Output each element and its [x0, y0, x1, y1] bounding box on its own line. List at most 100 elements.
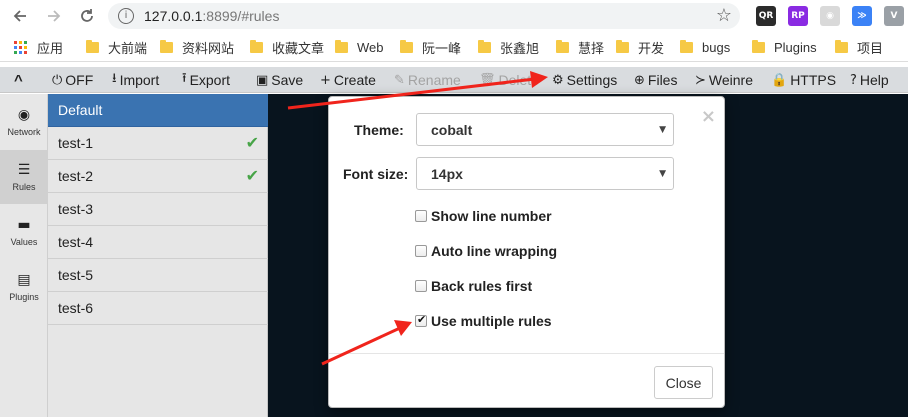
address-bar[interactable]: i 127.0.0.1:8899/#rules ☆ [108, 3, 740, 29]
theme-select[interactable]: cobalt ▼ [416, 113, 674, 146]
https-button[interactable]: 🔒 HTTPS [771, 71, 836, 89]
qr-extension-icon[interactable]: QR [756, 6, 776, 26]
option-label: Back rules first [431, 278, 533, 294]
rule-item[interactable]: test-1 ✔ [48, 127, 268, 160]
bookmark-label: bugs [702, 39, 731, 55]
close-icon[interactable]: × [701, 106, 716, 127]
chevron-down-icon: ▼ [659, 125, 666, 135]
back-rules-first-checkbox[interactable] [415, 280, 427, 292]
help-icon: ? [850, 72, 857, 88]
files-icon: ⊕ [634, 72, 645, 88]
use-multiple-rules-checkbox[interactable] [415, 313, 427, 327]
vue-extension-icon[interactable]: V [884, 6, 904, 26]
rp-extension-icon[interactable]: RP [788, 6, 808, 26]
bookmark-star-icon[interactable]: ☆ [716, 5, 732, 26]
https-icon: 🔒 [771, 72, 788, 88]
bookmark-folder[interactable]: 大前端 [86, 39, 148, 56]
chevrons-extension-icon[interactable]: ≫ [852, 6, 872, 26]
rename-button[interactable]: ✎ Rename [394, 71, 461, 89]
help-button[interactable]: ? Help [850, 71, 889, 89]
bookmark-folder[interactable]: 收藏文章 [250, 39, 324, 56]
option-label: Auto line wrapping [431, 243, 557, 259]
rule-name: test-3 [58, 201, 94, 217]
nav-label: Network [7, 127, 41, 137]
toolbar-label: Export [189, 72, 231, 88]
folder-icon [86, 39, 99, 53]
export-icon: ⭱ [182, 71, 187, 86]
bookmarks-bar: 应用 大前端 资料网站 收藏文章 Web 阮一峰 张鑫旭 慧择 开发 bugs Plugins 项目 [0, 32, 908, 62]
bookmark-label: Web [357, 39, 384, 55]
rule-item[interactable]: test-4 [48, 226, 268, 259]
bookmark-label: Plugins [774, 39, 817, 55]
files-button[interactable]: ⊕ Files [634, 71, 677, 89]
nav-label: Plugins [9, 292, 39, 302]
delete-button[interactable]: 🗑 Delete [479, 71, 539, 89]
save-button[interactable]: ▣ Save [256, 71, 303, 89]
bookmark-folder[interactable]: 慧择 [556, 39, 605, 56]
bookmark-folder[interactable]: 项目 [835, 39, 884, 56]
url-host: 127.0.0.1 [144, 8, 203, 24]
bookmark-folder[interactable]: 阮一峰 [400, 39, 462, 56]
bookmark-folder[interactable]: bugs [680, 39, 730, 55]
show-line-number-option[interactable]: Show line number [415, 207, 552, 225]
settings-button[interactable]: ⚙ Settings [552, 71, 617, 89]
folder-icon [616, 39, 629, 53]
folder-icon [400, 39, 413, 53]
bookmark-folder[interactable]: 资料网站 [160, 39, 234, 56]
bookmark-label: 阮一峰 [422, 40, 462, 56]
use-multiple-rules-option[interactable]: Use multiple rules [415, 312, 552, 330]
font-size-select[interactable]: 14px ▼ [416, 157, 674, 190]
nav-network[interactable]: ◉ Network [0, 95, 48, 149]
export-button[interactable]: ⭱ Export [182, 71, 230, 89]
delete-icon: 🗑 [479, 72, 496, 88]
bookmark-folder[interactable]: 开发 [616, 39, 664, 56]
show-line-number-checkbox[interactable] [415, 210, 427, 222]
rule-item[interactable]: test-5 [48, 259, 268, 292]
back-arrow-icon[interactable] [8, 4, 32, 28]
nav-plugins[interactable]: ▤ Plugins [0, 260, 48, 314]
auto-line-wrapping-checkbox[interactable] [415, 245, 427, 257]
nav-values[interactable]: ▬ Values [0, 205, 48, 259]
toolbar-label: Settings [566, 72, 618, 88]
off-icon: ⏻ [52, 72, 63, 88]
bookmark-folder[interactable]: Plugins [752, 39, 817, 55]
toolbar-label: Delete [498, 72, 539, 88]
rename-icon: ✎ [394, 72, 405, 88]
nav-label: Values [10, 237, 38, 247]
off-button[interactable]: ⏻ OFF [52, 71, 93, 89]
rule-name: test-6 [58, 300, 94, 316]
toolbar-label: Help [859, 72, 889, 88]
back-rules-first-option[interactable]: Back rules first [415, 277, 532, 295]
folder-icon [160, 39, 173, 53]
site-info-icon[interactable]: i [118, 8, 134, 24]
url-path: :8899/#rules [202, 8, 280, 24]
option-label: Use multiple rules [431, 313, 552, 329]
bookmark-label: 大前端 [108, 40, 148, 56]
create-icon: + [320, 72, 331, 88]
rule-item[interactable]: test-2 ✔ [48, 160, 268, 193]
bookmark-folder[interactable]: 张鑫旭 [478, 39, 539, 56]
rule-item[interactable]: test-3 [48, 193, 268, 226]
forward-arrow-icon[interactable] [42, 4, 66, 28]
collapse-toolbar-button[interactable]: ^ [14, 71, 23, 89]
bookmark-label: 项目 [857, 40, 884, 56]
import-button[interactable]: ⭳ Import [112, 71, 159, 89]
whistle-toolbar: ^ ⏻ OFF ⭳ Import ⭱ Export ▣ Save + Create ✎ Rename 🗑… [0, 67, 908, 93]
bookmark-apps[interactable]: 应用 [14, 39, 63, 56]
toolbar-label: Files [647, 72, 678, 88]
toolbar-label: Weinre [708, 72, 753, 88]
reload-icon[interactable] [75, 4, 99, 28]
create-button[interactable]: + Create [320, 71, 376, 89]
rule-name: Default [58, 102, 103, 118]
auto-line-wrapping-option[interactable]: Auto line wrapping [415, 242, 557, 260]
option-label: Show line number [431, 208, 552, 224]
close-button[interactable]: Close [654, 366, 713, 399]
bookmark-folder[interactable]: Web [335, 39, 384, 55]
weinre-button[interactable]: ≻ Weinre [695, 71, 753, 89]
bookmark-label: 慧择 [578, 40, 605, 56]
rule-item[interactable]: test-6 [48, 292, 268, 325]
toolbar-label: OFF [65, 72, 94, 88]
rule-item[interactable]: Default [48, 94, 268, 127]
nav-rules[interactable]: ☰ Rules [0, 150, 48, 204]
camera-extension-icon[interactable]: ◉ [820, 6, 840, 26]
